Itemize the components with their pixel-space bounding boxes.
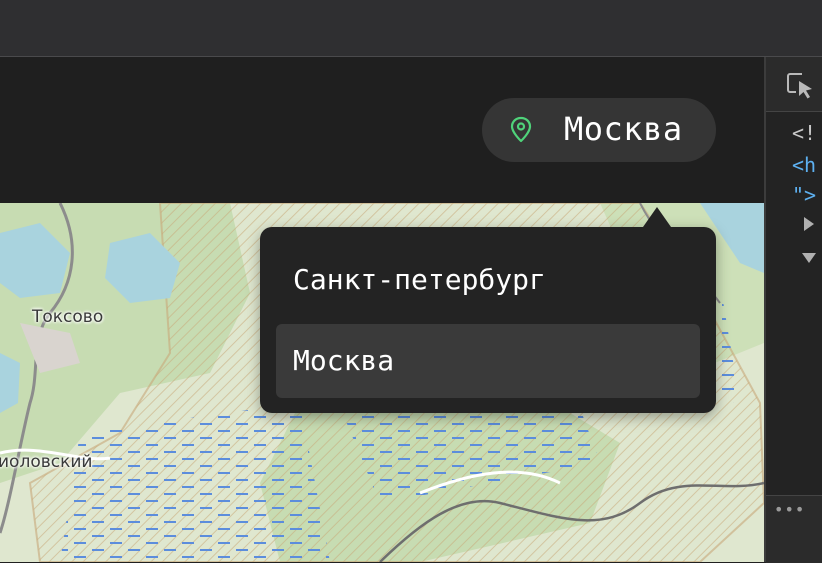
app-viewport: Москва Токсово иоловский Санкт-петербург… <box>0 57 764 562</box>
devtools-drawer: ••• <box>766 495 822 563</box>
site-header: Москва <box>0 57 764 203</box>
city-selector-button[interactable]: Москва <box>482 98 716 162</box>
devtools-panel: <! <h "> ••• <box>764 57 822 563</box>
selected-city-label: Москва <box>564 110 683 148</box>
more-options-icon[interactable]: ••• <box>774 500 805 519</box>
map-pin-icon <box>509 116 533 144</box>
map-label-vsevolozhsky: иоловский <box>0 452 93 472</box>
expand-triangle-icon[interactable] <box>804 217 814 231</box>
collapse-triangle-icon[interactable] <box>802 253 816 263</box>
inspect-element-icon[interactable] <box>786 72 814 100</box>
dropdown-arrow <box>643 207 671 227</box>
devtools-toolbar <box>766 57 822 112</box>
browser-toolbar <box>0 0 822 57</box>
city-dropdown: Санкт-петербург Москва <box>260 207 716 413</box>
devtools-code-line[interactable]: "> <box>792 183 816 207</box>
devtools-code-line[interactable]: <h <box>792 153 816 177</box>
map-label-toksovo: Токсово <box>32 307 104 327</box>
city-option-spb[interactable]: Санкт-петербург <box>276 243 700 317</box>
devtools-code-line[interactable]: <! <box>792 121 816 145</box>
city-option-moscow[interactable]: Москва <box>276 324 700 398</box>
